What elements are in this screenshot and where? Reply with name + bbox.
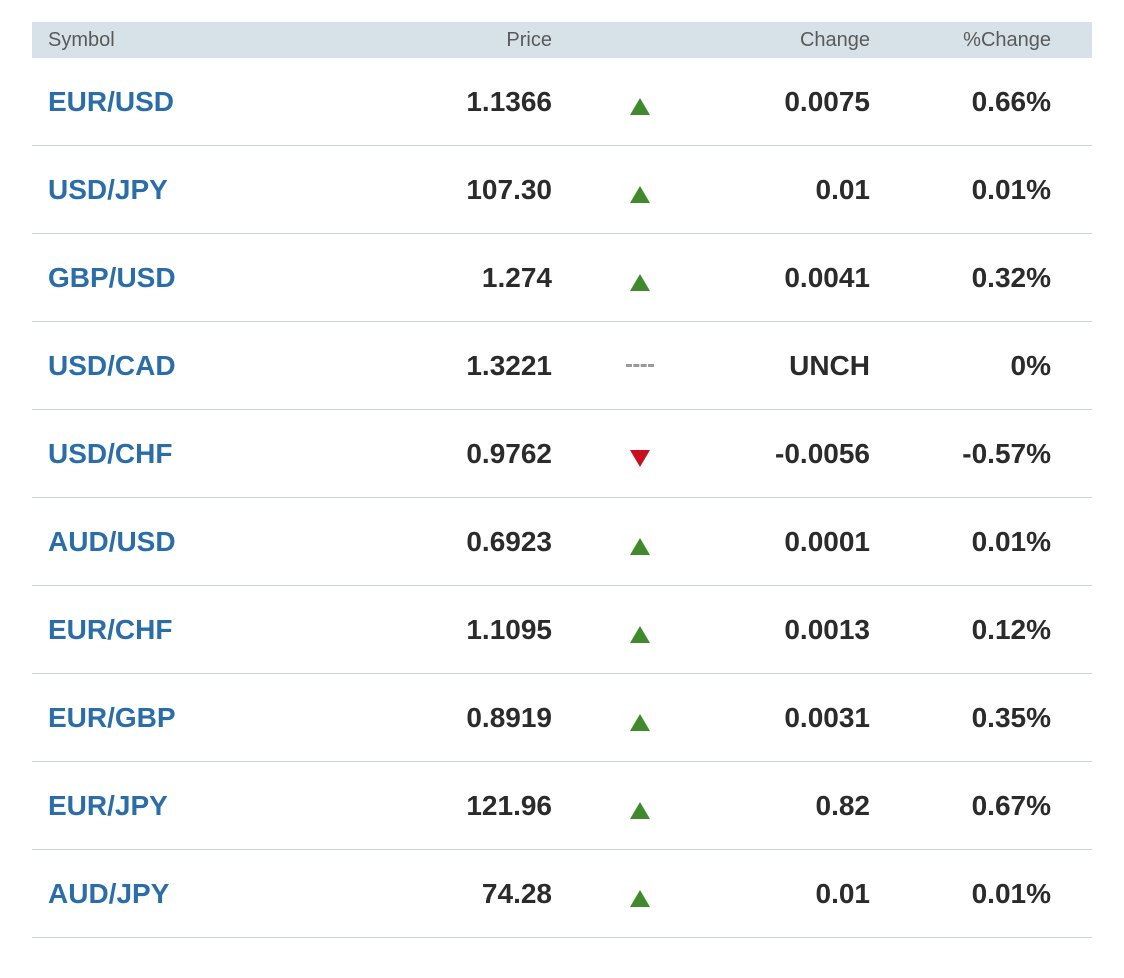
trend-cell (552, 762, 727, 849)
pct-change-cell: 0.32% (971, 261, 1051, 293)
price-cell: 0.8919 (466, 701, 552, 733)
header-pct-change: %Change (963, 28, 1051, 51)
up-triangle-icon (629, 186, 650, 203)
down-triangle-icon (629, 450, 650, 467)
quotes-table: Symbol Price Change %Change EUR/USD 1.136… (32, 22, 1092, 938)
price-cell: 1.3221 (466, 349, 552, 381)
symbol-cell: EUR/JPY (32, 790, 232, 822)
table-row: USD/CHF 0.9762 -0.0056 -0.57% (32, 410, 1092, 498)
table-row: EUR/GBP 0.8919 0.0031 0.35% (32, 674, 1092, 762)
unchanged-dash-icon (625, 364, 654, 367)
change-cell: 0.0031 (784, 701, 870, 733)
change-cell: 0.0041 (784, 261, 870, 293)
price-cell: 0.6923 (466, 525, 552, 557)
symbol-cell: AUD/JPY (32, 878, 232, 910)
symbol-link[interactable]: USD/CHF (48, 438, 172, 469)
symbol-link[interactable]: EUR/GBP (48, 702, 176, 733)
table-row: EUR/USD 1.1366 0.0075 0.66% (32, 58, 1092, 146)
trend-cell (552, 234, 727, 321)
symbol-link[interactable]: GBP/USD (48, 262, 176, 293)
symbol-cell: EUR/USD (32, 86, 232, 118)
pct-change-cell: 0.12% (971, 613, 1051, 645)
price-cell: 1.274 (481, 261, 552, 293)
symbol-link[interactable]: EUR/CHF (48, 614, 172, 645)
pct-change-cell: 0.66% (971, 85, 1051, 117)
up-triangle-icon (629, 98, 650, 115)
price-cell: 74.28 (481, 877, 552, 909)
table-header: Symbol Price Change %Change (32, 22, 1092, 58)
symbol-cell: USD/JPY (32, 174, 232, 206)
change-cell: 0.01 (815, 877, 871, 909)
price-cell: 1.1095 (466, 613, 552, 645)
up-triangle-icon (629, 626, 650, 643)
symbol-cell: USD/CAD (32, 350, 232, 382)
symbol-link[interactable]: EUR/JPY (48, 790, 168, 821)
symbol-cell: USD/CHF (32, 438, 232, 470)
change-cell: -0.0056 (775, 437, 870, 469)
change-cell: 0.82 (815, 789, 871, 821)
up-triangle-icon (629, 538, 650, 555)
symbol-cell: AUD/USD (32, 526, 232, 558)
header-trend (552, 22, 727, 58)
table-row: EUR/JPY 121.96 0.82 0.67% (32, 762, 1092, 850)
trend-cell (552, 586, 727, 673)
up-triangle-icon (629, 890, 650, 907)
change-cell: 0.0001 (784, 525, 870, 557)
up-triangle-icon (629, 274, 650, 291)
change-cell: 0.0013 (784, 613, 870, 645)
pct-change-cell: 0.01% (971, 173, 1051, 205)
header-price: Price (506, 28, 552, 51)
trend-cell (552, 674, 727, 761)
symbol-link[interactable]: EUR/USD (48, 86, 174, 117)
header-change: Change (799, 28, 870, 51)
table-row: AUD/JPY 74.28 0.01 0.01% (32, 850, 1092, 938)
trend-cell (552, 146, 727, 233)
pct-change-cell: -0.57% (962, 437, 1051, 469)
pct-change-cell: 0.01% (971, 877, 1051, 909)
price-cell: 0.9762 (466, 437, 552, 469)
trend-cell (552, 850, 727, 937)
price-cell: 121.96 (466, 789, 552, 821)
table-row: USD/JPY 107.30 0.01 0.01% (32, 146, 1092, 234)
pct-change-cell: 0.67% (971, 789, 1051, 821)
pct-change-cell: 0% (1010, 349, 1051, 381)
change-cell: 0.0075 (784, 85, 870, 117)
trend-cell (552, 410, 727, 497)
pct-change-cell: 0.01% (971, 525, 1051, 557)
price-cell: 1.1366 (466, 85, 552, 117)
symbol-link[interactable]: AUD/USD (48, 526, 176, 557)
table-row: USD/CAD 1.3221 UNCH 0% (32, 322, 1092, 410)
symbol-link[interactable]: AUD/JPY (48, 878, 169, 909)
change-cell: 0.01 (815, 173, 871, 205)
table-row: AUD/USD 0.6923 0.0001 0.01% (32, 498, 1092, 586)
pct-change-cell: 0.35% (971, 701, 1051, 733)
trend-cell (552, 58, 727, 145)
symbol-link[interactable]: USD/CAD (48, 350, 176, 381)
trend-cell (552, 322, 727, 409)
table-row: EUR/CHF 1.1095 0.0013 0.12% (32, 586, 1092, 674)
symbol-cell: EUR/GBP (32, 702, 232, 734)
table-body: EUR/USD 1.1366 0.0075 0.66% USD/JPY 107.30 0.0… (32, 58, 1092, 938)
trend-cell (552, 498, 727, 585)
up-triangle-icon (629, 802, 650, 819)
symbol-link[interactable]: USD/JPY (48, 174, 168, 205)
up-triangle-icon (629, 714, 650, 731)
symbol-cell: EUR/CHF (32, 614, 232, 646)
header-symbol: Symbol (48, 28, 115, 51)
symbol-cell: GBP/USD (32, 262, 232, 294)
table-row: GBP/USD 1.274 0.0041 0.32% (32, 234, 1092, 322)
price-cell: 107.30 (466, 173, 552, 205)
change-cell: UNCH (789, 349, 870, 381)
